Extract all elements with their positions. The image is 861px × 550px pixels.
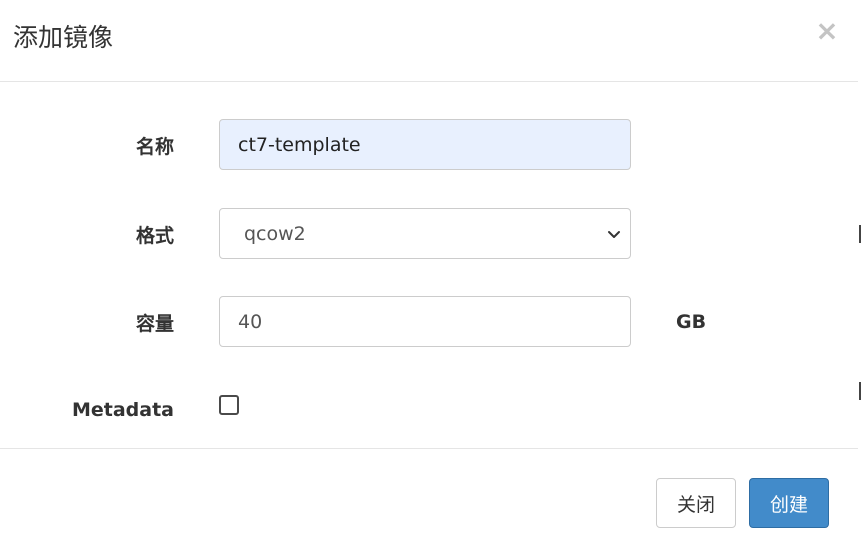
modal-footer: 关闭 创建 bbox=[0, 448, 858, 550]
close-icon[interactable]: × bbox=[814, 16, 840, 46]
close-button[interactable]: 关闭 bbox=[656, 478, 736, 528]
create-button[interactable]: 创建 bbox=[749, 478, 829, 528]
form-row-capacity: 容量 40 GB bbox=[0, 296, 858, 348]
modal-header: 添加镜像 × bbox=[0, 0, 858, 82]
modal-title: 添加镜像 bbox=[13, 23, 114, 52]
name-label: 名称 bbox=[135, 135, 174, 158]
metadata-checkbox[interactable] bbox=[219, 395, 239, 415]
format-select[interactable]: qcow2 bbox=[219, 208, 631, 259]
form-row-format: 格式 qcow2 bbox=[0, 208, 858, 260]
form-row-metadata: Metadata bbox=[0, 384, 858, 436]
format-select-value: qcow2 bbox=[244, 222, 306, 245]
capacity-input-value: 40 bbox=[238, 310, 263, 333]
capacity-label: 容量 bbox=[135, 312, 174, 335]
form-row-name: 名称 ct7-template bbox=[0, 119, 858, 171]
format-label: 格式 bbox=[135, 224, 174, 247]
name-input-value: ct7-template bbox=[238, 133, 361, 156]
chevron-down-icon bbox=[608, 231, 620, 238]
name-input[interactable]: ct7-template bbox=[219, 119, 631, 170]
capacity-input[interactable]: 40 bbox=[219, 296, 631, 347]
add-image-modal: 添加镜像 × 名称 ct7-template 格式 qcow2 容量 40 GB… bbox=[0, 0, 858, 550]
metadata-label: Metadata bbox=[71, 399, 174, 421]
capacity-unit: GB bbox=[676, 311, 707, 333]
